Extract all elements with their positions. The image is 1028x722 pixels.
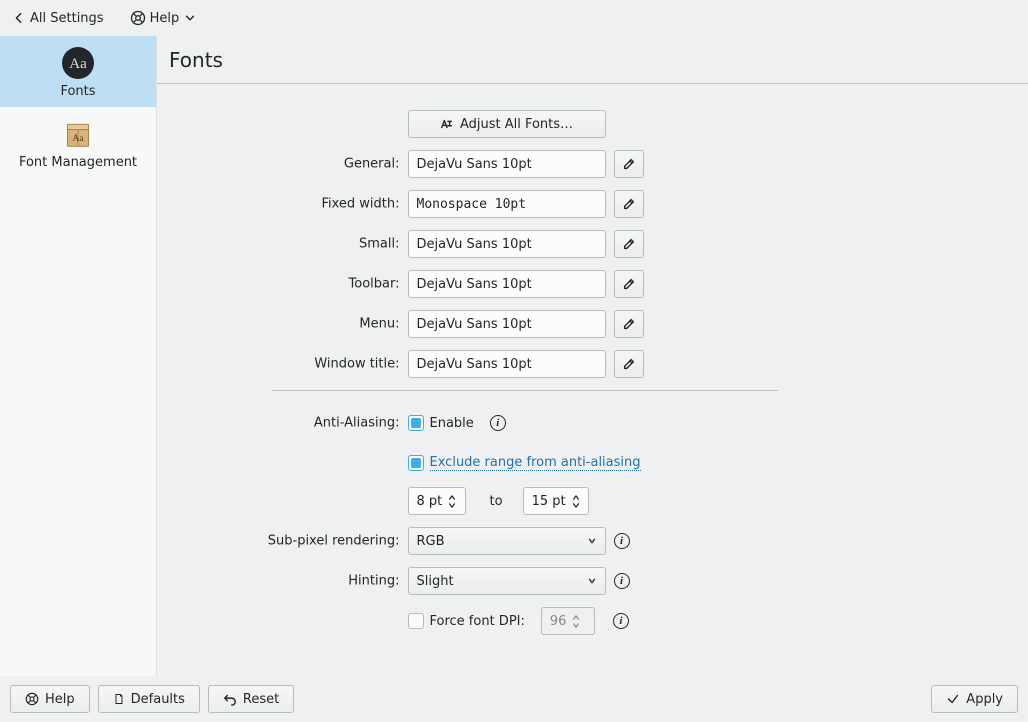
spin-arrows [572,493,580,509]
chevron-left-icon [12,11,26,25]
svg-text:Aa: Aa [69,56,87,72]
label-window-title: Window title: [314,357,399,372]
exclude-range-from-spinbox[interactable]: 8 pt [408,487,466,515]
spin-arrows [572,613,580,629]
pencil-icon [622,237,636,251]
help-button-label: Help [45,692,75,707]
pencil-icon [622,277,636,291]
help-menu-label: Help [150,11,180,26]
sidebar-item-label: Font Management [19,155,137,170]
checkbox-box [408,455,424,471]
label-general: General: [344,157,400,172]
font-management-icon: Aa [61,117,95,151]
defaults-button-label: Defaults [131,692,185,707]
exclude-range-checkbox[interactable]: Exclude range from anti-aliasing [408,455,641,471]
force-dpi-spinbox: 96 [541,607,595,635]
reset-button-label: Reset [243,692,279,707]
subpixel-select[interactable]: RGB [408,527,606,555]
page-title: Fonts [157,36,1028,84]
hinting-value: Slight [417,574,454,589]
checkmark-icon [946,692,960,706]
reset-button[interactable]: Reset [208,685,294,713]
chevron-down-icon [183,11,197,25]
label-menu: Menu: [359,317,399,332]
toolbar-font-field[interactable]: DejaVu Sans 10pt [408,270,606,298]
window-title-font-field[interactable]: DejaVu Sans 10pt [408,350,606,378]
edit-small-font-button[interactable] [614,230,644,258]
apply-button-label: Apply [966,692,1003,707]
hinting-select[interactable]: Slight [408,567,606,595]
general-font-field[interactable]: DejaVu Sans 10pt [408,150,606,178]
label-subpixel: Sub-pixel rendering: [268,534,400,549]
help-button[interactable]: Help [10,685,90,713]
exclude-range-to-value: 15 pt [532,494,566,509]
defaults-button[interactable]: Defaults [98,685,200,713]
chevron-down-icon [587,536,597,546]
sidebar-item-label: Fonts [60,84,95,99]
info-icon[interactable] [490,415,506,431]
help-menu-button[interactable]: Help [122,6,206,30]
pencil-icon [622,157,636,171]
pencil-icon [622,317,636,331]
edit-window-title-font-button[interactable] [614,350,644,378]
apply-button[interactable]: Apply [931,685,1018,713]
exclude-range-label: Exclude range from anti-aliasing [430,455,641,471]
exclude-range-from-value: 8 pt [417,494,443,509]
fonts-icon: Aa [61,46,95,80]
label-toolbar: Toolbar: [349,277,400,292]
checkbox-box [408,415,424,431]
info-icon[interactable] [613,613,629,629]
svg-text:Aa: Aa [72,133,84,144]
undo-icon [223,692,237,706]
all-settings-button[interactable]: All Settings [4,7,112,30]
info-icon[interactable] [614,533,630,549]
edit-general-font-button[interactable] [614,150,644,178]
sidebar-item-font-management[interactable]: Aa Font Management [0,107,156,178]
section-divider [272,390,778,391]
force-dpi-value: 96 [550,614,567,629]
chevron-down-icon [587,576,597,586]
help-ring-icon [130,10,146,26]
info-icon[interactable] [614,573,630,589]
exclude-range-to-spinbox[interactable]: 15 pt [523,487,589,515]
enable-antialias-checkbox[interactable]: Enable [408,415,474,431]
adjust-all-fonts-label: Adjust All Fonts… [460,117,573,132]
sidebar: Aa Fonts Aa Font Management [0,36,157,676]
label-antialias: Anti-Aliasing: [314,416,400,431]
label-hinting: Hinting: [348,574,399,589]
edit-menu-font-button[interactable] [614,310,644,338]
pencil-icon [622,197,636,211]
enable-antialias-label: Enable [430,416,474,431]
label-fixed-width: Fixed width: [321,197,399,212]
spin-arrows [448,493,456,509]
small-font-field[interactable]: DejaVu Sans 10pt [408,230,606,258]
checkbox-box [408,613,424,629]
fixed-width-font-field[interactable]: Monospace 10pt [408,190,606,218]
menu-font-field[interactable]: DejaVu Sans 10pt [408,310,606,338]
force-dpi-checkbox[interactable]: Force font DPI: [408,613,525,629]
font-size-icon [440,117,454,131]
range-to-word: to [490,494,503,509]
document-icon [113,692,125,706]
adjust-all-fonts-button[interactable]: Adjust All Fonts… [408,110,606,138]
edit-toolbar-font-button[interactable] [614,270,644,298]
sidebar-item-fonts[interactable]: Aa Fonts [0,36,156,107]
edit-fixed-width-font-button[interactable] [614,190,644,218]
help-ring-icon [25,692,39,706]
pencil-icon [622,357,636,371]
force-dpi-label: Force font DPI: [430,614,525,629]
subpixel-value: RGB [417,534,445,549]
all-settings-label: All Settings [30,11,104,26]
label-small: Small: [359,237,400,252]
